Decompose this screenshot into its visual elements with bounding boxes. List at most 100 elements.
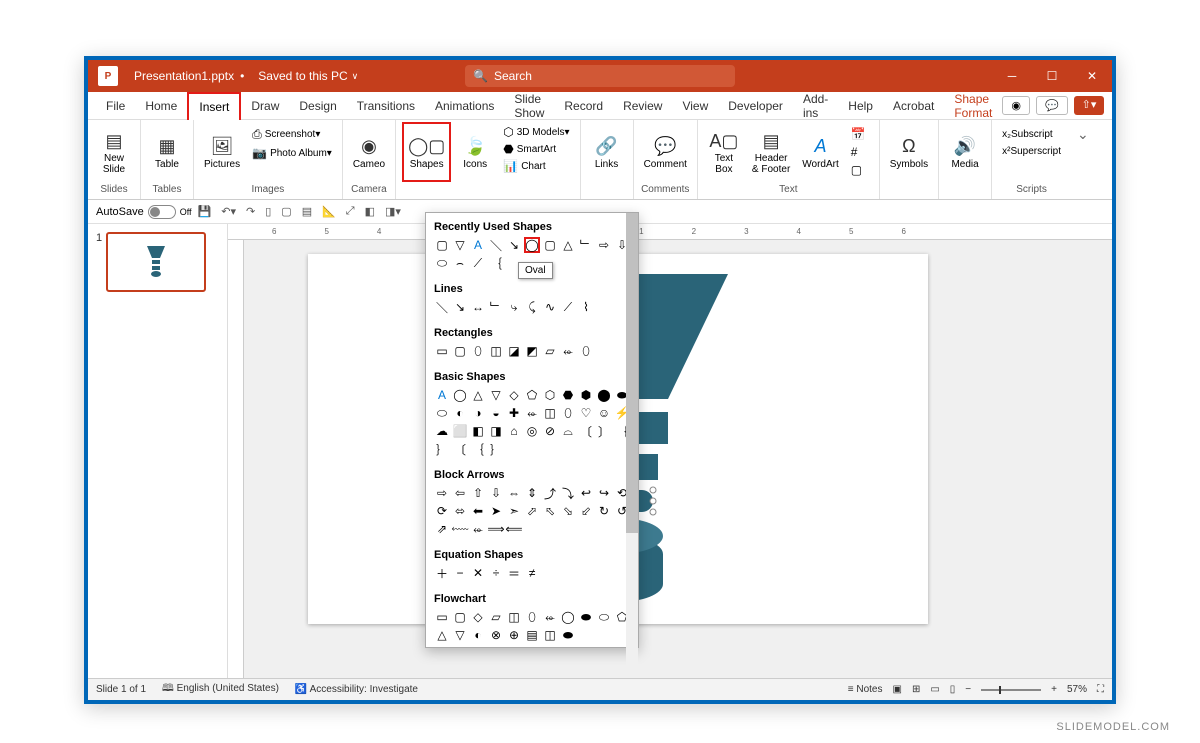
shape-rect[interactable]: ▭: [434, 343, 450, 359]
shape-basic[interactable]: ⌓: [560, 423, 576, 439]
comments-toggle[interactable]: 💬: [1036, 96, 1068, 115]
shape-basic[interactable]: ◑: [470, 405, 486, 421]
zoom-level[interactable]: 57%: [1067, 684, 1087, 695]
shape-basic[interactable]: ⬤: [596, 387, 612, 403]
save-status[interactable]: Saved to this PC: [258, 69, 347, 83]
shape-line[interactable]: ⟋: [560, 299, 576, 315]
shape-arrow[interactable]: ⟹: [488, 521, 504, 537]
shape-flow[interactable]: ◐: [470, 627, 486, 643]
qat-icon[interactable]: ▯: [261, 205, 275, 218]
text-box-button[interactable]: A▢ Text Box: [704, 122, 744, 182]
shape-basic[interactable]: ⬜: [452, 423, 468, 439]
shape-arrow[interactable]: ⤴: [542, 485, 558, 501]
cameo-button[interactable]: ◉ Cameo: [349, 122, 389, 182]
shape-rect[interactable]: ⬯: [578, 343, 594, 359]
date-time-button[interactable]: 📅: [847, 126, 873, 142]
shape-basic[interactable]: ⊘: [542, 423, 558, 439]
shape-basic[interactable]: ｝: [434, 441, 450, 457]
shapes-button[interactable]: ◯▢ Shapes: [402, 122, 451, 182]
shape-eq[interactable]: ≠: [524, 565, 540, 581]
zoom-slider[interactable]: [981, 689, 1041, 691]
shape-basic[interactable]: ⬠: [524, 387, 540, 403]
shape-basic[interactable]: ⬣: [560, 387, 576, 403]
zoom-in-icon[interactable]: +: [1051, 684, 1057, 695]
shape-flow[interactable]: ⬬: [578, 609, 594, 625]
tab-record[interactable]: Record: [554, 92, 613, 120]
tab-review[interactable]: Review: [613, 92, 672, 120]
shape-arrow[interactable]: ⬅: [470, 503, 486, 519]
shape-arrow[interactable]: ↪: [596, 485, 612, 501]
shape-textbox[interactable]: A: [470, 237, 486, 253]
shape-basic[interactable]: ◧: [470, 423, 486, 439]
chart-button[interactable]: 📊Chart: [499, 158, 573, 174]
chevron-down-icon[interactable]: ∨: [352, 71, 359, 82]
shape-arrow[interactable]: ⟸: [506, 521, 522, 537]
shape-flow[interactable]: ▢: [452, 609, 468, 625]
collapse-ribbon-icon[interactable]: ⌄: [1071, 120, 1095, 199]
qat-icon[interactable]: 📐: [318, 205, 340, 218]
tab-insert[interactable]: Insert: [187, 92, 241, 120]
shape-rect[interactable]: ◪: [506, 343, 522, 359]
shape-flow[interactable]: ⬬: [560, 627, 576, 643]
shape-oval[interactable]: ◯: [524, 237, 540, 253]
table-button[interactable]: ▦ Table: [147, 122, 187, 182]
tab-help[interactable]: Help: [838, 92, 883, 120]
shape-basic[interactable]: ｝: [488, 441, 504, 457]
shape-rect[interactable]: ▢: [452, 343, 468, 359]
shape-basic[interactable]: ◯: [452, 387, 468, 403]
tab-animations[interactable]: Animations: [425, 92, 504, 120]
screenshot-button[interactable]: ⎙Screenshot ▾: [248, 126, 336, 143]
shape-basic[interactable]: ◇: [506, 387, 522, 403]
shape-rounded-rect[interactable]: ▢: [542, 237, 558, 253]
shape-trapezoid[interactable]: ▽: [452, 237, 468, 253]
shape-line[interactable]: ⤹: [524, 299, 540, 315]
shape-curve[interactable]: ⟋: [470, 255, 486, 271]
shape-flow[interactable]: ⬯: [524, 609, 540, 625]
shape-basic[interactable]: ◎: [524, 423, 540, 439]
shape-basic[interactable]: ⬯: [560, 405, 576, 421]
shape-basic[interactable]: ◫: [542, 405, 558, 421]
qat-icon[interactable]: ▢: [277, 205, 295, 218]
shape-flow[interactable]: ◇: [470, 609, 486, 625]
slideshow-view-icon[interactable]: ▯: [950, 684, 956, 695]
slide-thumbnail[interactable]: 1: [96, 232, 219, 292]
shape-eq[interactable]: ✕: [470, 565, 486, 581]
fit-window-icon[interactable]: ⛶: [1097, 684, 1104, 695]
photo-album-button[interactable]: 📷Photo Album ▾: [248, 145, 336, 161]
shape-basic[interactable]: ⌂: [506, 423, 522, 439]
shape-arrow[interactable]: ➤: [488, 503, 504, 519]
shape-flow[interactable]: ▤: [524, 627, 540, 643]
save-icon[interactable]: 💾: [194, 205, 216, 218]
tab-developer[interactable]: Developer: [718, 92, 793, 120]
shape-arrow[interactable]: ⇨: [434, 485, 450, 501]
shape-triangle[interactable]: △: [560, 237, 576, 253]
sorter-view-icon[interactable]: ⊞: [912, 684, 920, 695]
shape-line[interactable]: ↘: [452, 299, 468, 315]
shape-flow[interactable]: ◯: [560, 609, 576, 625]
shape-rect[interactable]: ▱: [542, 343, 558, 359]
shape-arrow[interactable]: ⇩: [488, 485, 504, 501]
minimize-button[interactable]: ─: [992, 60, 1032, 92]
tab-acrobat[interactable]: Acrobat: [883, 92, 944, 120]
symbols-button[interactable]: Ω Symbols: [886, 122, 932, 182]
tab-file[interactable]: File: [96, 92, 135, 120]
qat-icon[interactable]: ▤: [298, 205, 316, 218]
shape-arrow[interactable]: ⬀: [524, 503, 540, 519]
tab-addins[interactable]: Add-ins: [793, 92, 838, 120]
shape-flow[interactable]: ⬰: [542, 609, 558, 625]
shape-line[interactable]: ＼: [434, 299, 450, 315]
shape-basic[interactable]: ◨: [488, 423, 504, 439]
shape-basic[interactable]: ⬭: [434, 405, 450, 421]
tab-view[interactable]: View: [672, 92, 718, 120]
shape-arrow[interactable]: ⬃: [578, 503, 594, 519]
tab-draw[interactable]: Draw: [241, 92, 289, 120]
new-slide-button[interactable]: ▤ New Slide: [94, 122, 134, 182]
subscript-button[interactable]: x₂ Subscript: [998, 128, 1057, 141]
accessibility-status[interactable]: ♿ Accessibility: Investigate: [295, 684, 418, 695]
redo-icon[interactable]: ↷: [242, 205, 259, 218]
shape-line[interactable]: ﹂: [488, 299, 504, 315]
shape-basic[interactable]: A: [434, 387, 450, 403]
shape-basic[interactable]: ◐: [452, 405, 468, 421]
shape-line[interactable]: ＼: [488, 237, 504, 253]
shape-flow[interactable]: ◫: [506, 609, 522, 625]
